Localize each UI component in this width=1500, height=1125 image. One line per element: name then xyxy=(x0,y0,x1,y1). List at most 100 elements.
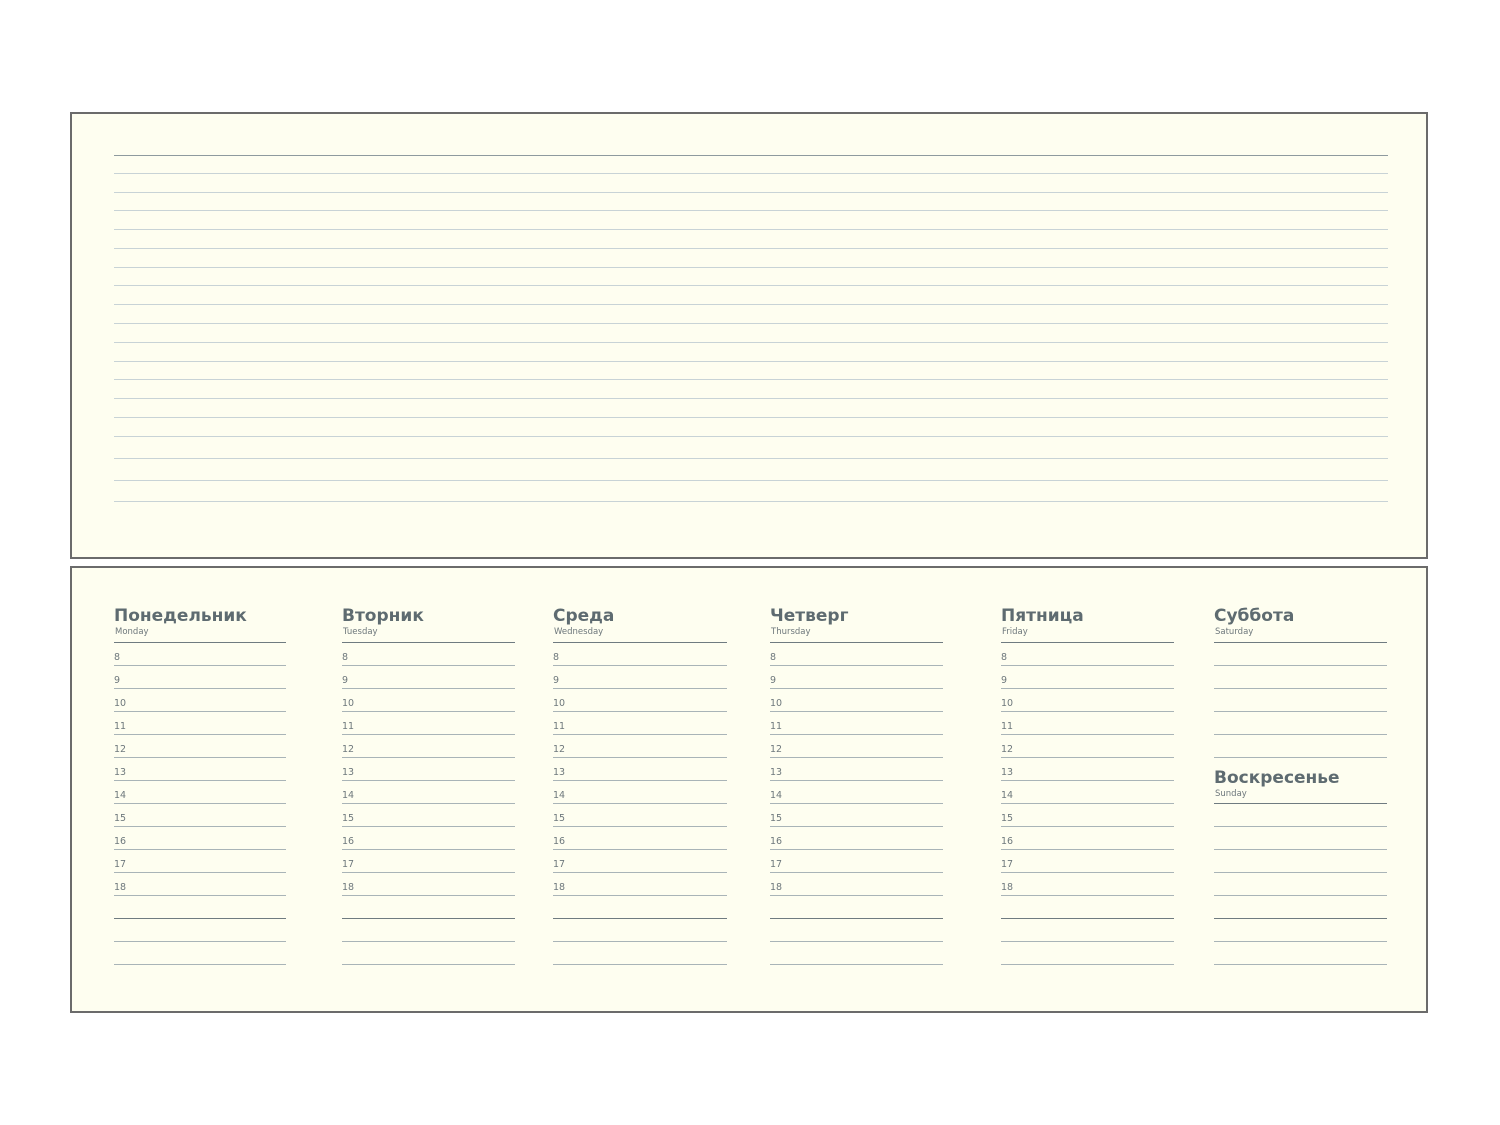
hour-label: 11 xyxy=(553,721,566,732)
hour-label: 11 xyxy=(114,721,127,732)
day-title-friday: Пятница xyxy=(1001,606,1084,626)
hour-label: 12 xyxy=(770,744,783,755)
ruled-line xyxy=(114,665,286,666)
day-column-tuesday: Вторник Tuesday 8 9 10 11 12 13 14 15 16 17 18 xyxy=(342,568,515,1011)
note-line xyxy=(114,173,1388,174)
ruled-line xyxy=(553,757,727,758)
ruled-line xyxy=(770,895,943,896)
note-line xyxy=(114,501,1388,502)
hour-label: 18 xyxy=(114,882,127,893)
note-line xyxy=(114,229,1388,230)
note-line xyxy=(114,458,1388,459)
ruled-line xyxy=(553,665,727,666)
ruled-line xyxy=(553,826,727,827)
note-line xyxy=(114,480,1388,481)
hour-label: 18 xyxy=(342,882,355,893)
day-title-sunday: Воскресенье xyxy=(1214,768,1340,788)
hour-label: 15 xyxy=(770,813,783,824)
day-subtitle-friday: Friday xyxy=(1002,627,1028,637)
ruled-line xyxy=(770,918,943,919)
day-subtitle-sunday: Sunday xyxy=(1215,789,1247,799)
hour-label: 14 xyxy=(114,790,127,801)
hour-label: 8 xyxy=(1001,652,1008,663)
ruled-line xyxy=(770,941,943,942)
hour-label: 14 xyxy=(770,790,783,801)
ruled-line xyxy=(553,711,727,712)
day-column-friday: Пятница Friday 8 9 10 11 12 13 14 15 16 17 18 xyxy=(1001,568,1174,1011)
ruled-line xyxy=(770,964,943,965)
ruled-line xyxy=(114,757,286,758)
hour-label: 17 xyxy=(770,859,783,870)
hour-label: 9 xyxy=(342,675,349,686)
day-title-thursday: Четверг xyxy=(770,606,849,626)
ruled-line xyxy=(553,849,727,850)
ruled-line xyxy=(114,964,286,965)
ruled-line xyxy=(770,849,943,850)
ruled-line xyxy=(553,688,727,689)
day-title-wednesday: Среда xyxy=(553,606,615,626)
note-line xyxy=(114,267,1388,268)
hour-label: 16 xyxy=(342,836,355,847)
hour-label: 12 xyxy=(1001,744,1014,755)
hour-label: 11 xyxy=(342,721,355,732)
hour-label: 13 xyxy=(553,767,566,778)
day-column-monday: Понедельник Monday 8 9 10 11 12 13 14 15 16 17 18 xyxy=(114,568,286,1011)
ruled-line xyxy=(1001,826,1174,827)
ruled-line xyxy=(342,711,515,712)
ruled-line xyxy=(553,734,727,735)
ruled-line xyxy=(1214,964,1387,965)
note-line xyxy=(114,304,1388,305)
ruled-line xyxy=(114,941,286,942)
ruled-line xyxy=(1214,803,1387,804)
hour-label: 11 xyxy=(770,721,783,732)
ruled-line xyxy=(1001,734,1174,735)
hour-label: 11 xyxy=(1001,721,1014,732)
ruled-line xyxy=(553,780,727,781)
ruled-line xyxy=(342,826,515,827)
ruled-line xyxy=(342,918,515,919)
hour-label: 14 xyxy=(553,790,566,801)
hour-label: 9 xyxy=(770,675,777,686)
ruled-line xyxy=(1001,665,1174,666)
ruled-line xyxy=(1214,642,1387,643)
ruled-line xyxy=(1214,665,1387,666)
day-title-tuesday: Вторник xyxy=(342,606,424,626)
hour-label: 16 xyxy=(114,836,127,847)
note-line xyxy=(114,398,1388,399)
hour-label: 15 xyxy=(342,813,355,824)
note-line xyxy=(114,285,1388,286)
ruled-line xyxy=(114,918,286,919)
ruled-line xyxy=(1214,734,1387,735)
hour-label: 9 xyxy=(1001,675,1008,686)
note-line xyxy=(114,323,1388,324)
ruled-line xyxy=(342,849,515,850)
ruled-line xyxy=(1214,895,1387,896)
ruled-line xyxy=(1214,849,1387,850)
hour-label: 17 xyxy=(1001,859,1014,870)
ruled-line xyxy=(342,895,515,896)
ruled-line xyxy=(114,872,286,873)
ruled-line xyxy=(553,872,727,873)
ruled-line xyxy=(114,849,286,850)
ruled-line xyxy=(770,642,943,643)
ruled-line xyxy=(342,688,515,689)
ruled-line xyxy=(114,826,286,827)
day-column-weekend: Суббота Saturday Воскресенье Sunday xyxy=(1214,568,1387,1011)
hour-label: 10 xyxy=(1001,698,1014,709)
day-subtitle-tuesday: Tuesday xyxy=(343,627,378,637)
hour-label: 9 xyxy=(553,675,560,686)
hour-label: 17 xyxy=(553,859,566,870)
ruled-line xyxy=(1001,780,1174,781)
ruled-line xyxy=(114,895,286,896)
ruled-line xyxy=(1214,711,1387,712)
ruled-line xyxy=(1001,688,1174,689)
ruled-line xyxy=(342,941,515,942)
ruled-line xyxy=(1001,872,1174,873)
hour-label: 13 xyxy=(342,767,355,778)
ruled-line xyxy=(770,872,943,873)
hour-label: 8 xyxy=(114,652,121,663)
ruled-line xyxy=(553,918,727,919)
hour-label: 9 xyxy=(114,675,121,686)
hour-label: 16 xyxy=(1001,836,1014,847)
note-line xyxy=(114,361,1388,362)
